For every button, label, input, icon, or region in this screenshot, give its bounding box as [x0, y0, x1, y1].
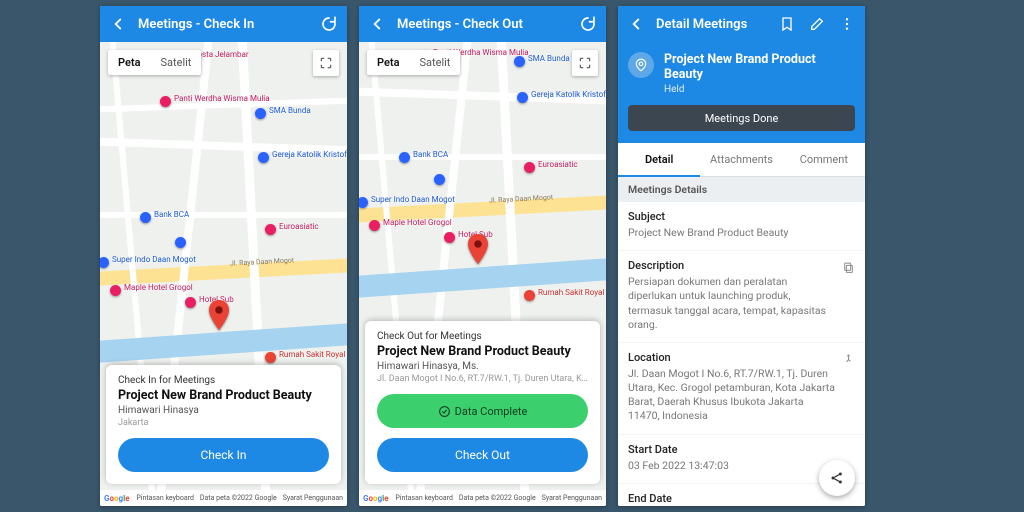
sheet-lead: Check In for Meetings [118, 375, 329, 386]
meeting-summary: Project New Brand Product Beauty Held Me… [618, 42, 865, 143]
poi-icon [369, 220, 380, 231]
back-icon[interactable] [367, 14, 387, 34]
map-attribution: Google Pintasan keyboard Data peta ©2022… [359, 490, 606, 506]
field-label: Start Date [628, 443, 855, 456]
checkout-sheet: Check Out for Meetings Project New Brand… [365, 321, 600, 484]
field-location: Location Jl. Daan Mogot I No.6, RT.7/RW.… [618, 343, 865, 435]
poi-icon [110, 285, 121, 296]
tab-comment[interactable]: Comment [783, 143, 865, 176]
attrib-data: Data peta ©2022 Google [459, 494, 536, 502]
field-label: Location [628, 351, 855, 364]
map-type-map[interactable]: Peta [108, 50, 151, 75]
map-type-toggle: Peta Satelit [367, 50, 460, 75]
back-icon[interactable] [108, 14, 128, 34]
field-value: Project New Brand Product Beauty [628, 226, 855, 240]
screen-detail: Detail Meetings Project New Brand Produc… [618, 6, 865, 506]
appbar-title: Detail Meetings [656, 17, 767, 32]
poi-icon [255, 108, 266, 119]
attrib-data: Data peta ©2022 Google [200, 494, 277, 502]
map-type-satellite[interactable]: Satelit [410, 50, 461, 75]
map[interactable]: Jl. Raya Daan Mogot Jl. Kali Sekr Peta S… [100, 42, 347, 506]
meeting-status: Held [664, 84, 855, 95]
poi-icon [524, 290, 535, 301]
sheet-person: Himawari Hinasya, Ms. [377, 361, 588, 372]
field-subject: Subject Project New Brand Product Beauty [618, 202, 865, 251]
poi-icon [265, 224, 276, 235]
poi-icon [517, 92, 528, 103]
section-header: Meetings Details [618, 177, 865, 202]
field-description: Description Persiapan dokumen dan perala… [618, 251, 865, 343]
appbar: Meetings - Check In [100, 6, 347, 42]
map[interactable]: Jl. Raya Daan Mogot Peta Satelit Check O… [359, 42, 606, 506]
map-type-map[interactable]: Peta [367, 50, 410, 75]
data-complete-label: Data Complete [455, 405, 528, 418]
sheet-subject: Project New Brand Product Beauty [118, 388, 329, 403]
attrib-shortcut[interactable]: Pintasan keyboard [395, 494, 453, 502]
screen-check-out: Meetings - Check Out Jl. Raya Daan Mogot [359, 6, 606, 506]
map-type-toggle: Peta Satelit [108, 50, 201, 75]
refresh-icon[interactable] [578, 14, 598, 34]
map-pin-icon [208, 300, 230, 322]
meeting-subject: Project New Brand Product Beauty [664, 52, 855, 82]
appbar-title: Meetings - Check Out [397, 17, 568, 32]
sheet-lead: Check Out for Meetings [377, 331, 588, 342]
map-attribution: Google Pintasan keyboard Data peta ©2022… [100, 490, 347, 506]
appbar: Detail Meetings [618, 6, 865, 42]
share-fab[interactable] [819, 460, 855, 496]
poi-icon [185, 297, 196, 308]
poi-icon [265, 352, 276, 363]
poi-icon [524, 162, 535, 173]
check-circle-icon [438, 405, 451, 418]
sheet-city: Jakarta [118, 418, 329, 428]
poi-icon [444, 232, 455, 243]
tab-attachments[interactable]: Attachments [700, 143, 782, 176]
attrib-terms[interactable]: Syarat Penggunaan [283, 494, 343, 502]
bookmark-icon[interactable] [777, 14, 797, 34]
share-icon [829, 470, 845, 486]
meetings-done-button[interactable]: Meetings Done [628, 105, 855, 131]
appbar: Meetings - Check Out [359, 6, 606, 42]
poi-icon [140, 212, 151, 223]
meeting-badge-icon [628, 52, 654, 78]
poi-icon [399, 152, 410, 163]
poi-icon [100, 257, 109, 268]
refresh-icon[interactable] [319, 14, 339, 34]
checkin-sheet: Check In for Meetings Project New Brand … [106, 365, 341, 484]
sheet-subject: Project New Brand Product Beauty [377, 344, 588, 359]
attrib-shortcut[interactable]: Pintasan keyboard [136, 494, 194, 502]
fullscreen-icon[interactable] [572, 50, 598, 76]
poi-icon [514, 56, 525, 67]
field-label: End Date [628, 492, 855, 505]
poi-icon [175, 237, 186, 248]
back-icon[interactable] [626, 14, 646, 34]
poi-icon [359, 197, 368, 208]
detail-body[interactable]: Subject Project New Brand Product Beauty… [618, 202, 865, 506]
detail-tabs: Detail Attachments Comment [618, 143, 865, 177]
attrib-terms[interactable]: Syarat Penggunaan [542, 494, 602, 502]
google-logo: Google [363, 494, 389, 503]
poi-icon [434, 174, 445, 185]
poi-icon [160, 96, 171, 107]
map-pin-icon [467, 234, 489, 256]
map-type-satellite[interactable]: Satelit [151, 50, 202, 75]
poi-icon [258, 152, 269, 163]
checkout-button[interactable]: Check Out [377, 438, 588, 472]
fullscreen-icon[interactable] [313, 50, 339, 76]
data-complete-button[interactable]: Data Complete [377, 394, 588, 428]
field-label: Subject [628, 210, 855, 223]
edit-icon[interactable] [807, 14, 827, 34]
google-logo: Google [104, 494, 130, 503]
appbar-title: Meetings - Check In [138, 17, 309, 32]
sheet-person: Himawari Hinasya [118, 405, 329, 416]
screen-check-in: Meetings - Check In Jl. Raya Daan Mogot … [100, 6, 347, 506]
tab-detail[interactable]: Detail [618, 143, 700, 176]
copy-icon[interactable] [842, 259, 855, 278]
sheet-address: Jl. Daan Mogot I No.6, RT.7/RW.1, Tj. Du… [377, 374, 588, 384]
more-icon[interactable] [837, 14, 857, 34]
field-value: Jl. Daan Mogot I No.6, RT.7/RW.1, Tj. Du… [628, 367, 855, 424]
checkin-button[interactable]: Check In [118, 438, 329, 472]
field-value: Persiapan dokumen dan peralatan diperluk… [628, 275, 855, 332]
field-label: Description [628, 259, 855, 272]
directions-icon[interactable] [842, 351, 855, 370]
